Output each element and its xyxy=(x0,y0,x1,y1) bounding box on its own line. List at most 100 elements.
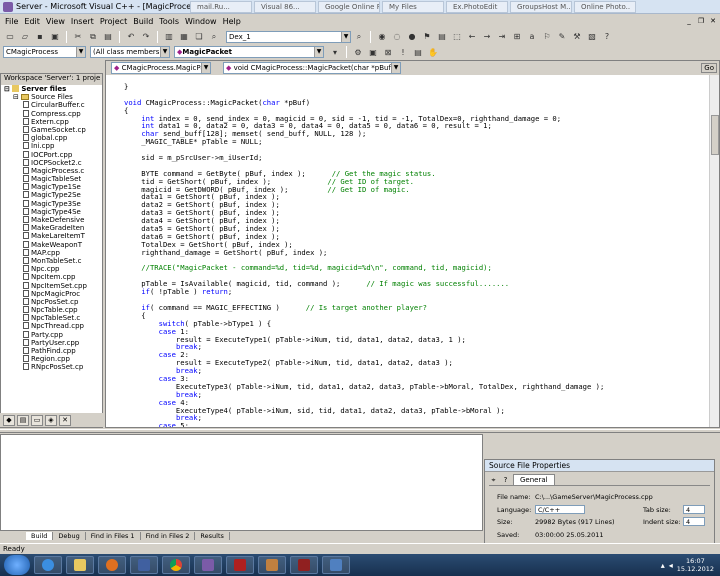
code-line[interactable]: ExecuteType4( pTable->iNum, sid, tid, da… xyxy=(124,406,714,415)
tree-file[interactable]: GameSocket.cp xyxy=(1,125,102,134)
bg-tab[interactable]: Google Online R... xyxy=(318,1,380,13)
menu-file[interactable]: File xyxy=(2,17,21,26)
task-media[interactable] xyxy=(98,556,126,574)
tree-folder[interactable]: ⊟ Source Files xyxy=(1,93,102,101)
code-line[interactable]: ExecuteType3( pTable->iNum, tid, data1, … xyxy=(124,382,714,391)
code-line[interactable]: if( command == MAGIC_EFFECTING ) // Is t… xyxy=(124,303,714,312)
tree-project[interactable]: ⊟ Server files xyxy=(1,85,102,93)
code-line[interactable]: break; xyxy=(124,414,714,422)
tree-file[interactable]: RNpcPosSet.cp xyxy=(1,363,102,371)
panel-splitter[interactable] xyxy=(0,429,720,433)
code-line[interactable]: void CMagicProcess::MagicPacket(char *pB… xyxy=(124,98,714,107)
tree-file[interactable]: PathFind.cpp xyxy=(1,347,102,355)
tree-file[interactable]: NpcItem.cpp xyxy=(1,273,102,281)
workspace-icon[interactable]: ▥ xyxy=(162,30,176,43)
tree-file[interactable]: MagicType1Se xyxy=(1,183,102,191)
code-line[interactable]: result = ExecuteType1( pTable->iNum, tid… xyxy=(124,335,714,344)
resource-view-tab-icon[interactable]: ▤ xyxy=(17,414,29,426)
open-folder-icon[interactable]: ▱ xyxy=(18,30,32,43)
menu-help[interactable]: Help xyxy=(220,17,244,26)
task-server[interactable] xyxy=(290,556,318,574)
tree-file[interactable]: IOCPort.cpp xyxy=(1,150,102,159)
go-button[interactable]: Go xyxy=(701,63,717,73)
tree-file[interactable]: NpcPosSet.cp xyxy=(1,297,102,306)
tree-file[interactable]: MakeLareItemT xyxy=(1,232,102,240)
cut-icon[interactable]: ✂ xyxy=(71,30,85,43)
wizard-action-icon[interactable]: ▾ xyxy=(328,46,342,59)
tab-build[interactable]: Build xyxy=(26,532,54,540)
toggle-icon[interactable]: ⊞ xyxy=(510,30,524,43)
tab-find-in-files-2[interactable]: Find in Files 2 xyxy=(141,532,196,540)
bg-tab[interactable]: GroupsHost M.. xyxy=(510,1,572,13)
output-icon[interactable]: ▦ xyxy=(177,30,191,43)
menu-view[interactable]: View xyxy=(43,17,68,26)
code-line[interactable]: } xyxy=(124,83,714,91)
tree-file[interactable]: Extern.cpp xyxy=(1,117,102,126)
code-text[interactable]: }void CMagicProcess::MagicPacket(char *p… xyxy=(124,83,714,427)
save-icon[interactable]: ▪ xyxy=(33,30,47,43)
settings-icon[interactable]: ▧ xyxy=(585,30,599,43)
extra-view-tab-icon[interactable]: ✕ xyxy=(59,414,71,426)
go-icon[interactable]: ▤ xyxy=(411,46,425,59)
tree-file[interactable]: CircularBuffer.c xyxy=(1,101,102,109)
save-all-icon[interactable]: ▣ xyxy=(48,30,62,43)
output-panel[interactable] xyxy=(0,434,483,531)
task-player[interactable] xyxy=(130,556,158,574)
minimize-icon[interactable]: _ xyxy=(684,16,694,26)
bookmark-icon[interactable]: ⬚ xyxy=(450,30,464,43)
task-window[interactable] xyxy=(322,556,350,574)
menu-build[interactable]: Build xyxy=(130,17,156,26)
code-line[interactable]: break; xyxy=(124,390,714,399)
help-icon[interactable]: ? xyxy=(501,476,510,485)
tree-file[interactable]: NpcTableSet.c xyxy=(1,314,102,322)
indent-size-input[interactable]: 4 xyxy=(683,517,705,526)
scrollbar-thumb[interactable] xyxy=(711,115,719,155)
pin-icon[interactable]: ⌖ xyxy=(489,476,498,485)
code-line[interactable]: switch( pTable->bType1 ) { xyxy=(124,319,714,328)
bg-tab[interactable]: Online Photo.. xyxy=(574,1,636,13)
tree-file[interactable]: NpcThread.cpp xyxy=(1,322,102,330)
clock[interactable]: 16:07 15.12.2012 xyxy=(677,557,714,573)
tree-file[interactable]: MonTableSet.c xyxy=(1,256,102,265)
task-game[interactable] xyxy=(226,556,254,574)
code-line[interactable]: sid = m_pSrcUser->m_iUserId; xyxy=(124,154,714,162)
code-editor[interactable]: ◆ CMagicProcess.MagicPacket ▼ ◆ void CMag… xyxy=(105,60,720,428)
bg-tab[interactable]: mail.Ru... xyxy=(190,1,252,13)
config-combo[interactable]: Dex_1 ▼ xyxy=(226,30,351,43)
task-ie[interactable] xyxy=(34,556,62,574)
tab-size-input[interactable]: 4 xyxy=(683,505,705,514)
tree-file[interactable]: MagicType3Se xyxy=(1,199,102,208)
tree-file[interactable]: Compress.cpp xyxy=(1,109,102,118)
tree-file[interactable]: NpcItemSet.cpp xyxy=(1,281,102,290)
tab-find-in-files-1[interactable]: Find in Files 1 xyxy=(86,532,141,540)
start-button[interactable] xyxy=(4,555,30,575)
redo-icon[interactable]: ↷ xyxy=(139,30,153,43)
menu-tools[interactable]: Tools xyxy=(156,17,182,26)
step-icon[interactable]: ◌ xyxy=(390,30,404,43)
file-view-tab-icon[interactable]: ▭ xyxy=(31,414,43,426)
tool-icon[interactable]: ✎ xyxy=(555,30,569,43)
code-line[interactable]: if( !pTable ) return; xyxy=(124,288,714,296)
task-visual-cpp[interactable] xyxy=(194,556,222,574)
code-line[interactable]: result = ExecuteType2( pTable->iNum, tid… xyxy=(124,359,714,367)
tree-file[interactable]: MagicTableSet xyxy=(1,175,102,183)
bg-tab[interactable]: My Files xyxy=(382,1,444,13)
tree-file[interactable]: NpcTable.cpp xyxy=(1,306,102,314)
insert-breakpoint-icon[interactable]: ✋ xyxy=(426,46,440,59)
editor-scrollbar[interactable] xyxy=(709,75,719,427)
class-combo[interactable]: CMagicProcess ▼ xyxy=(3,46,86,58)
function-nav-combo[interactable]: ◆ void CMagicProcess::MagicPacket(char *… xyxy=(223,62,401,74)
close-icon[interactable]: ✕ xyxy=(708,16,718,26)
task-photo[interactable] xyxy=(258,556,286,574)
new-file-icon[interactable]: ▭ xyxy=(3,30,17,43)
help-icon[interactable]: ? xyxy=(600,30,614,43)
network-icon[interactable]: ▴ xyxy=(661,561,665,570)
undo-icon[interactable]: ↶ xyxy=(124,30,138,43)
tree-file[interactable]: NpcMagicProc xyxy=(1,289,102,298)
tree-file[interactable]: MAP.cpp xyxy=(1,248,102,257)
menu-edit[interactable]: Edit xyxy=(21,17,43,26)
forward-icon[interactable]: → xyxy=(480,30,494,43)
compile2-icon[interactable]: ▣ xyxy=(366,46,380,59)
tree-file[interactable]: PartyUser.cpp xyxy=(1,338,102,347)
mark-icon[interactable]: ⚐ xyxy=(540,30,554,43)
